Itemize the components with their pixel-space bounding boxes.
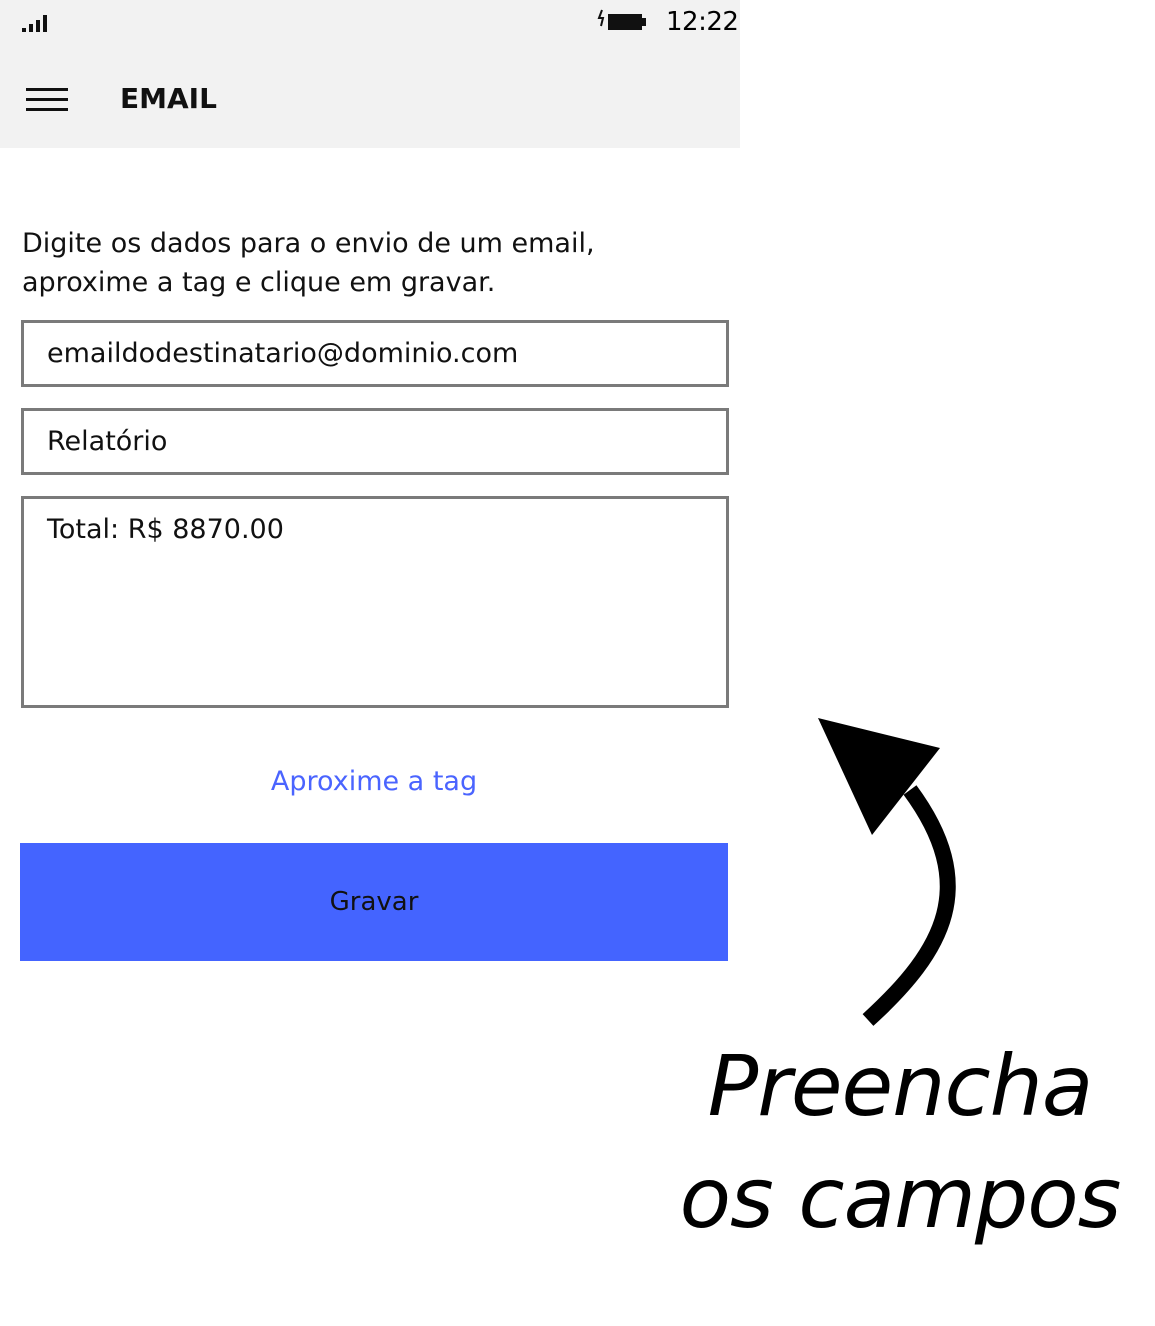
battery-charging-icon xyxy=(597,9,646,30)
callout-line-2: os campos xyxy=(679,1149,1122,1247)
callout-line-1: Preencha xyxy=(707,1037,1094,1135)
status-clock: 12:22 xyxy=(666,7,739,37)
approach-tag-link[interactable]: Aproxime a tag xyxy=(0,764,748,800)
hamburger-menu-icon[interactable] xyxy=(26,88,68,112)
signal-bars-icon xyxy=(22,15,47,32)
curved-arrow-icon xyxy=(818,718,956,1026)
email-field[interactable] xyxy=(21,320,729,387)
instructions-text: Digite os dados para o envio de um email… xyxy=(22,228,595,298)
status-bar: 12:22 xyxy=(0,0,740,48)
message-body-field[interactable]: Total: R$ 8870.00 xyxy=(21,496,729,708)
page-title: EMAIL xyxy=(120,82,217,115)
app-bar xyxy=(0,48,740,148)
save-button[interactable]: Gravar xyxy=(20,843,728,961)
subject-field[interactable] xyxy=(21,408,729,475)
annotation-callout: Preencha os campos xyxy=(670,1030,1130,1254)
